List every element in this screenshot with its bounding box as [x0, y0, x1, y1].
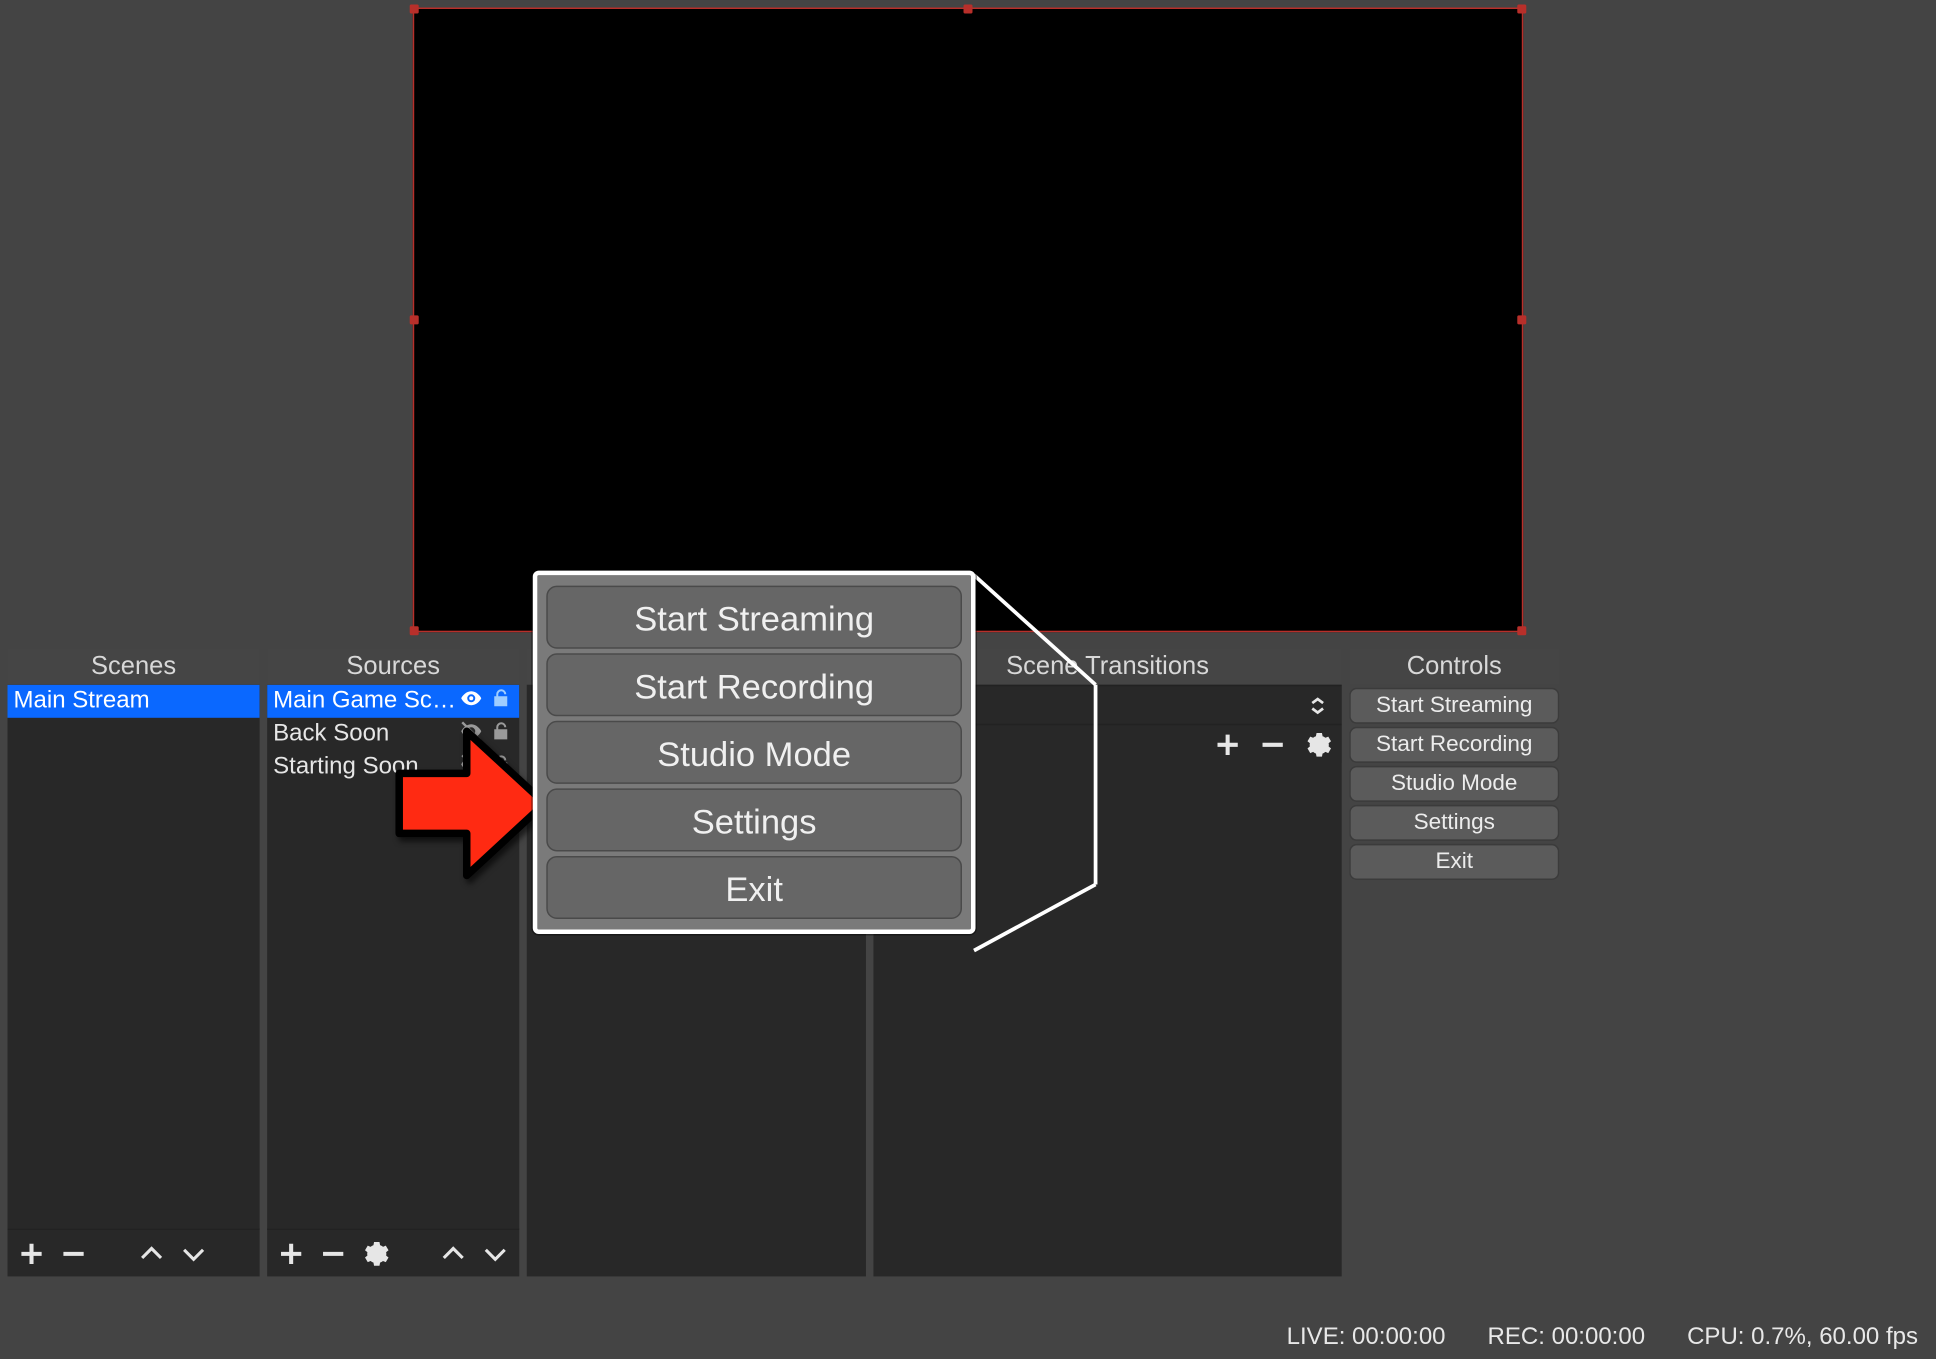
source-item[interactable]: Main Game Scene — [267, 685, 519, 718]
preview-canvas[interactable] — [413, 7, 1524, 632]
lock-icon[interactable] — [489, 752, 513, 784]
move-source-up-button[interactable] — [438, 1238, 468, 1268]
obs-studio-window: Scenes Main Stream Sources Main Game Sce… — [0, 0, 1936, 1359]
sources-toolbar — [267, 1228, 519, 1276]
sources-header: Sources — [267, 649, 519, 685]
scenes-panel: Scenes Main Stream — [8, 649, 260, 1277]
controls-header: Controls — [1349, 649, 1559, 685]
status-cpu: CPU: 0.7%, 60.00 fps — [1687, 1324, 1918, 1351]
lock-icon[interactable] — [489, 686, 513, 718]
status-live: LIVE: 00:00:00 — [1287, 1324, 1446, 1351]
move-scene-up-button[interactable] — [137, 1238, 167, 1268]
transition-properties-button[interactable] — [1303, 729, 1333, 759]
remove-scene-button[interactable] — [59, 1238, 89, 1268]
add-source-button[interactable] — [276, 1238, 306, 1268]
remove-source-button[interactable] — [318, 1238, 348, 1268]
scene-transitions-header: Scene Transitions — [873, 649, 1341, 685]
source-label: Starting Soon — [273, 754, 459, 781]
visibility-off-icon[interactable] — [459, 719, 483, 751]
mixer-panel: Mixer — [527, 649, 866, 1277]
status-rec: REC: 00:00:00 — [1488, 1324, 1646, 1351]
scenes-header: Scenes — [8, 649, 260, 685]
status-bar: LIVE: 00:00:00 REC: 00:00:00 CPU: 0.7%, … — [0, 1317, 1936, 1359]
sources-list[interactable]: Main Game Scene Back Soon Starting Soon — [267, 685, 519, 1229]
start-recording-button[interactable]: Start Recording — [1349, 727, 1559, 763]
source-properties-button[interactable] — [360, 1238, 390, 1268]
source-label: Back Soon — [273, 721, 459, 748]
sources-panel: Sources Main Game Scene Back Soon — [267, 649, 519, 1277]
source-label: Main Game Scene — [273, 688, 459, 715]
source-item[interactable]: Starting Soon — [267, 751, 519, 784]
remove-transition-button[interactable] — [1258, 729, 1288, 759]
move-source-down-button[interactable] — [480, 1238, 510, 1268]
visibility-off-icon[interactable] — [459, 752, 483, 784]
transitions-body — [873, 685, 1341, 1277]
scene-transitions-panel: Scene Transitions — [873, 649, 1341, 1277]
source-item[interactable]: Back Soon — [267, 718, 519, 751]
move-scene-down-button[interactable] — [179, 1238, 209, 1268]
visibility-icon[interactable] — [459, 686, 483, 718]
mixer-body — [527, 685, 866, 1277]
transition-dropdown-stepper[interactable] — [1303, 690, 1333, 720]
start-streaming-button[interactable]: Start Streaming — [1349, 688, 1559, 724]
exit-button[interactable]: Exit — [1349, 844, 1559, 880]
settings-button[interactable]: Settings — [1349, 805, 1559, 841]
lock-icon[interactable] — [489, 719, 513, 751]
scene-item[interactable]: Main Stream — [8, 685, 260, 718]
studio-mode-button[interactable]: Studio Mode — [1349, 766, 1559, 802]
add-transition-button[interactable] — [1213, 729, 1243, 759]
preview-area[interactable] — [0, 0, 1936, 638]
panels-row: Scenes Main Stream Sources Main Game Sce… — [8, 649, 1929, 1277]
scenes-toolbar — [8, 1228, 260, 1276]
scenes-list[interactable]: Main Stream — [8, 685, 260, 1229]
add-scene-button[interactable] — [17, 1238, 47, 1268]
controls-panel: Controls Start Streaming Start Recording… — [1349, 649, 1559, 1277]
mixer-header: Mixer — [527, 649, 866, 685]
scene-label: Main Stream — [14, 688, 150, 715]
controls-body: Start Streaming Start Recording Studio M… — [1349, 685, 1559, 1277]
